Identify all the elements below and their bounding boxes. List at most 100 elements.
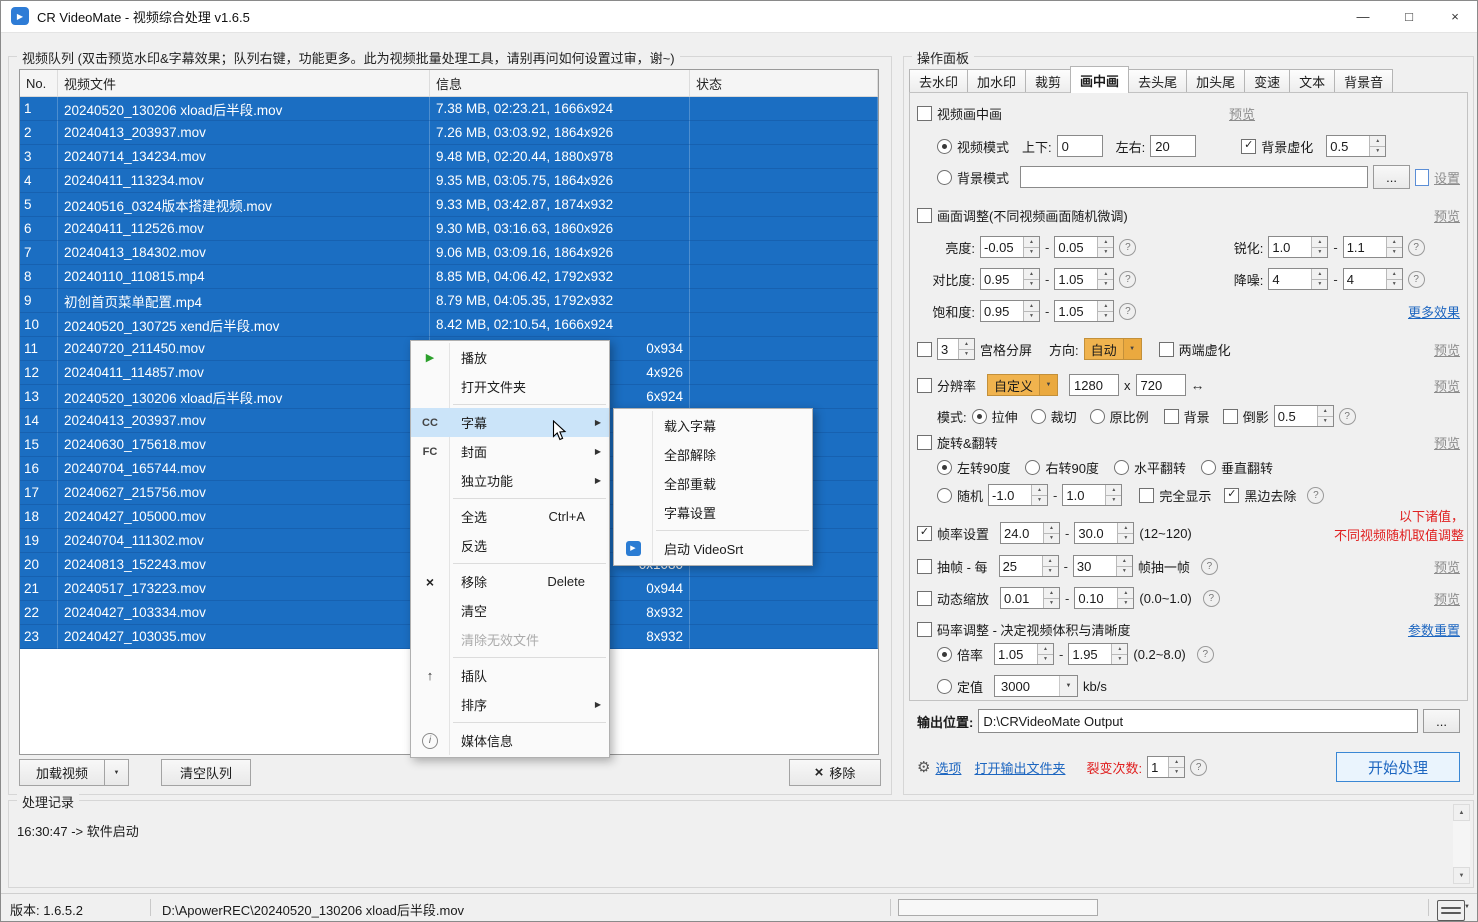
split-count-spinner[interactable]: 1▲▼ [1147, 756, 1185, 778]
adjust-preview-link[interactable]: 预览 [1434, 206, 1460, 225]
spin-up-icon[interactable]: ▲ [1312, 237, 1327, 248]
bg-browse-button[interactable]: ... [1373, 165, 1410, 189]
bg-mode-radio[interactable] [937, 170, 952, 185]
spin-down-icon[interactable]: ▼ [1387, 248, 1402, 258]
bg-blur-checkbox[interactable]: ✓ [1241, 139, 1256, 154]
swap-dimensions-icon[interactable]: ↔ [1191, 377, 1205, 393]
minimize-button[interactable]: — [1340, 0, 1386, 32]
updown-input[interactable]: 0 [1057, 135, 1103, 157]
submenu-item-remove-all-subtitles[interactable]: 全部解除 [614, 440, 812, 469]
table-row[interactable]: 1020240520_130725 xend后半段.mov8.42 MB, 02… [20, 313, 878, 337]
help-icon[interactable]: ? [1190, 759, 1207, 776]
table-row[interactable]: 720240413_184302.mov9.06 MB, 03:09.16, 1… [20, 241, 878, 265]
submenu-item-reload-all-subtitles[interactable]: 全部重载 [614, 469, 812, 498]
file-icon[interactable] [1415, 169, 1429, 186]
spin-down-icon[interactable]: ▼ [1032, 496, 1047, 506]
table-row[interactable]: 320240714_134234.mov9.48 MB, 02:20.44, 1… [20, 145, 878, 169]
spin-down-icon[interactable]: ▼ [959, 350, 974, 360]
spin-down-icon[interactable]: ▼ [1044, 534, 1059, 544]
tab-add-watermark[interactable]: 加水印 [967, 69, 1026, 93]
skip-min-spinner[interactable]: 25▲▼ [999, 555, 1059, 577]
help-icon[interactable]: ? [1339, 408, 1356, 425]
menu-item-remove[interactable]: ×移除Delete [411, 567, 609, 596]
leftright-input[interactable]: 20 [1150, 135, 1196, 157]
zoom-min-spinner[interactable]: 0.01▲▼ [1000, 587, 1060, 609]
spin-down-icon[interactable]: ▼ [1044, 599, 1059, 609]
submenu-item-load-subtitle[interactable]: 载入字幕 [614, 411, 812, 440]
menu-item-subtitle[interactable]: CC字幕▶ [411, 408, 609, 437]
menu-item-sort[interactable]: 排序▶ [411, 690, 609, 719]
ratio-min-spinner[interactable]: 1.05▲▼ [994, 643, 1054, 665]
full-display-checkbox[interactable] [1139, 488, 1154, 503]
col-header-no[interactable]: No. [20, 70, 58, 96]
spin-down-icon[interactable]: ▼ [1318, 417, 1333, 427]
spin-up-icon[interactable]: ▲ [1024, 269, 1039, 280]
spin-down-icon[interactable]: ▼ [1118, 534, 1133, 544]
spin-up-icon[interactable]: ▲ [1169, 757, 1184, 768]
submenu-item-launch-videosrt[interactable]: ▶启动 VideoSrt [614, 534, 812, 563]
log-scrollbar[interactable]: ▲ ▼ [1453, 804, 1470, 884]
framerate-max-spinner[interactable]: 30.0▲▼ [1074, 522, 1134, 544]
help-icon[interactable]: ? [1119, 239, 1136, 256]
spin-down-icon[interactable]: ▼ [1312, 280, 1327, 290]
remove-selected-button[interactable]: × 移除 [789, 759, 881, 786]
resolution-height-input[interactable]: 720 [1136, 374, 1186, 396]
close-button[interactable]: × [1432, 0, 1478, 32]
spin-up-icon[interactable]: ▲ [1032, 485, 1047, 496]
table-row[interactable]: 120240520_130206 xload后半段.mov7.38 MB, 02… [20, 97, 878, 121]
spin-up-icon[interactable]: ▲ [1098, 301, 1113, 312]
denoise-max-spinner[interactable]: 4▲▼ [1343, 268, 1403, 290]
spin-up-icon[interactable]: ▲ [1118, 588, 1133, 599]
spin-up-icon[interactable]: ▲ [1043, 556, 1058, 567]
reset-params-link[interactable]: 参数重置 [1408, 620, 1460, 639]
fixed-bitrate-select[interactable]: 3000▼ [994, 675, 1078, 697]
tab-speed[interactable]: 变速 [1244, 69, 1290, 93]
reflect-spinner[interactable]: 0.5▲▼ [1274, 405, 1334, 427]
spin-up-icon[interactable]: ▲ [1024, 301, 1039, 312]
spin-up-icon[interactable]: ▲ [1370, 136, 1385, 147]
tab-add-head-tail[interactable]: 加头尾 [1186, 69, 1245, 93]
deblack-checkbox[interactable]: ✓ [1224, 488, 1239, 503]
crop-radio[interactable] [1031, 409, 1046, 424]
start-processing-button[interactable]: 开始处理 [1336, 752, 1460, 782]
skip-preview-link[interactable]: 预览 [1434, 557, 1460, 576]
grid-checkbox[interactable] [917, 342, 932, 357]
spin-up-icon[interactable]: ▲ [1098, 237, 1113, 248]
menu-item-clear-invalid[interactable]: 清除无效文件 [411, 625, 609, 654]
resolution-width-input[interactable]: 1280 [1069, 374, 1119, 396]
more-effects-link[interactable]: 更多效果 [1408, 302, 1460, 321]
rotate-preview-link[interactable]: 预览 [1434, 433, 1460, 452]
grid-direction-select[interactable]: 自动▼ [1084, 338, 1142, 360]
spin-down-icon[interactable]: ▼ [1038, 655, 1053, 665]
table-row[interactable]: 820240110_110815.mp48.85 MB, 04:06.42, 1… [20, 265, 878, 289]
col-header-file[interactable]: 视频文件 [58, 70, 430, 96]
menu-item-invert-selection[interactable]: 反选 [411, 531, 609, 560]
rotate-right-radio[interactable] [1025, 460, 1040, 475]
spin-down-icon[interactable]: ▼ [1098, 280, 1113, 290]
help-icon[interactable]: ? [1307, 487, 1324, 504]
spin-up-icon[interactable]: ▲ [1312, 269, 1327, 280]
grid-preview-link[interactable]: 预览 [1434, 340, 1460, 359]
spin-down-icon[interactable]: ▼ [1024, 280, 1039, 290]
open-output-folder-link[interactable]: 打开输出文件夹 [974, 758, 1065, 777]
spin-up-icon[interactable]: ▲ [959, 339, 974, 350]
menu-item-cover[interactable]: FC封面▶ [411, 437, 609, 466]
random-max-spinner[interactable]: 1.0▲▼ [1062, 484, 1122, 506]
edge-blur-checkbox[interactable] [1159, 342, 1174, 357]
resolution-checkbox[interactable] [917, 378, 932, 393]
load-dropdown-icon[interactable]: ▼ [104, 760, 128, 785]
help-icon[interactable]: ? [1201, 558, 1218, 575]
spin-down-icon[interactable]: ▼ [1098, 312, 1113, 322]
fixed-radio[interactable] [937, 679, 952, 694]
pip-checkbox[interactable] [917, 106, 932, 121]
table-row[interactable]: 520240516_0324版本搭建视频.mov9.33 MB, 03:42.8… [20, 193, 878, 217]
bg-blur-spinner[interactable]: 0.5▲▼ [1326, 135, 1386, 157]
menu-item-clear[interactable]: 清空 [411, 596, 609, 625]
menu-item-select-all[interactable]: 全选Ctrl+A [411, 502, 609, 531]
scroll-down-icon[interactable]: ▼ [1453, 867, 1470, 884]
options-link[interactable]: 选项 [935, 758, 961, 777]
submenu-item-subtitle-settings[interactable]: 字幕设置 [614, 498, 812, 527]
help-icon[interactable]: ? [1408, 239, 1425, 256]
denoise-min-spinner[interactable]: 4▲▼ [1268, 268, 1328, 290]
tab-bgm[interactable]: 背景音 [1334, 69, 1393, 93]
